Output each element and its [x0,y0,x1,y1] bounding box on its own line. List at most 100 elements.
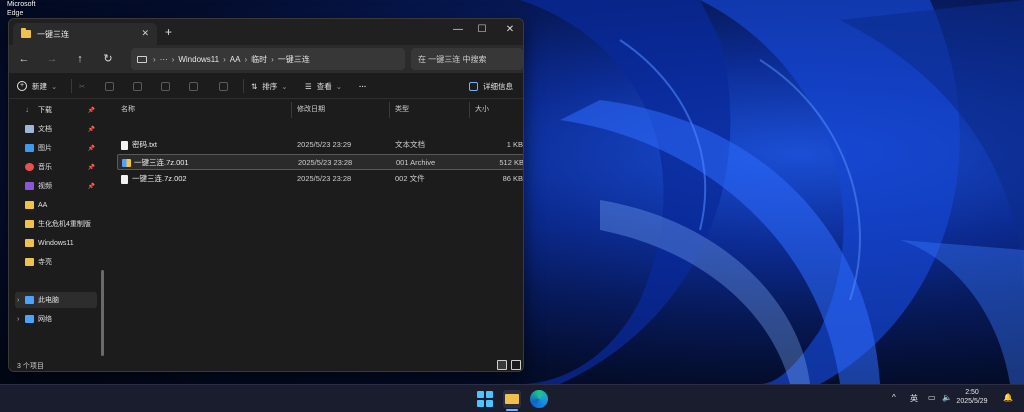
breadcrumb-item[interactable]: 一键三连 [278,54,310,65]
picture-icon [25,144,34,152]
pin-icon: 📌 [87,145,95,152]
edge-taskbar-icon[interactable] [530,390,548,408]
date: 2025/5/29 [956,398,988,405]
taskbar: ^ 英 ▭ 🔈 2:50 2025/5/29 🔔 [0,384,1024,412]
sort-button[interactable]: ⇅ 排序 ⌄ [251,79,288,93]
clock[interactable]: 2:50 2025/5/29 [950,388,994,406]
file-name-cell: 一键三连.7z.001 [122,155,189,171]
tab-current-folder[interactable]: 一键三连 ✕ [13,23,157,45]
file-type: 002 文件 [395,174,425,183]
document-icon [25,125,34,133]
notification-bell-icon[interactable]: 🔔 [1003,393,1013,402]
column-header-name[interactable]: 名称 [121,102,135,118]
divider [71,79,72,93]
close-button[interactable]: ✕ [495,21,523,39]
command-bar: + 新建 ⌄ ✂ ⇅ 排序 ⌄ ☰ 查看 ⌄ ··· 详细信息 [9,73,523,99]
text-file-icon [121,140,128,150]
details-pane-button[interactable]: 详细信息 [469,79,513,93]
sort-label: 排序 [262,81,278,91]
file-name: 一键三连.7z.002 [132,174,187,183]
search-input[interactable]: 在 一键三连 中搜索 [411,48,523,70]
sidebar-scrollbar[interactable] [101,270,104,356]
copy-button[interactable] [105,79,114,93]
file-name: 密码.txt [132,140,158,149]
computer-icon [25,296,34,304]
sidebar-item-documents[interactable]: 文档 📌 [25,121,97,137]
edge-desktop-label[interactable]: Microsoft Edge [7,0,51,18]
paste-button[interactable] [133,79,142,93]
more-options-button[interactable]: ··· [359,79,367,93]
monitor-icon [137,55,147,63]
plus-icon: + [17,81,27,91]
file-row[interactable]: 一键三连.7z.002 2025/5/23 23:28 002 文件 86 KB [117,171,523,187]
download-icon: ↓ [25,105,29,114]
file-row[interactable]: 密码.txt 2025/5/23 23:29 文本文档 1 KB [117,137,523,153]
new-tab-button[interactable]: + [165,25,172,39]
sidebar-item-videos[interactable]: 视频 📌 [25,178,97,194]
breadcrumb-item[interactable]: 临时 [251,54,267,65]
sort-icon: ⇅ [251,81,258,91]
input-language[interactable]: 英 [910,393,918,404]
sidebar-item-folder[interactable]: 寺亮 [25,254,97,270]
sidebar-item-network[interactable]: › 网络 [15,311,97,327]
breadcrumb-more[interactable]: ··· [160,55,168,64]
file-row-selected[interactable]: 一键三连.7z.001 2025/5/23 23:28 001 Archive … [117,154,523,171]
chevron-right-icon[interactable]: › [17,316,19,323]
folder-icon [21,28,31,38]
file-explorer-taskbar-icon[interactable] [503,390,521,411]
sidebar-item-downloads[interactable]: ↓ 下载 📌 [25,102,97,118]
column-header-type[interactable]: 类型 [395,102,409,118]
tab-close-icon[interactable]: ✕ [141,28,149,39]
sidebar-item-pictures[interactable]: 图片 📌 [25,140,97,156]
chevron-right-icon[interactable]: › [17,297,19,304]
start-tile [486,400,493,407]
view-button[interactable]: ☰ 查看 ⌄ [305,79,342,93]
windows-start-icon[interactable] [476,390,494,408]
share-button[interactable] [189,79,198,93]
new-label: 新建 [32,81,47,91]
trash-icon [219,81,228,91]
sidebar-item-windows11[interactable]: Windows11 [25,235,97,251]
file-icon [121,174,128,184]
file-size: 86 KB [502,174,523,183]
address-bar[interactable]: › ··· › Windows11 › AA › 临时 › 一键三连 [131,48,405,70]
up-button[interactable]: ↑ [71,51,89,67]
breadcrumb-item[interactable]: AA [230,55,241,64]
maximize-button[interactable]: ☐ [467,21,497,39]
chevron-right-icon: › [271,54,274,64]
chevron-down-icon: ⌄ [281,81,288,91]
file-name-cell: 密码.txt [121,137,157,153]
forward-button[interactable]: → [43,51,61,67]
chevron-right-icon: › [244,54,248,64]
sidebar-item-music[interactable]: 音乐 📌 [25,159,97,175]
display-icon[interactable]: ▭ [928,393,936,402]
new-button[interactable]: + 新建 ⌄ [17,79,57,93]
chevron-right-icon: › [153,54,156,64]
breadcrumb-item[interactable]: Windows11 [178,55,219,64]
sidebar-item-re4[interactable]: 生化危机4重制版 [25,216,97,232]
back-button[interactable]: ← [15,51,33,67]
chevron-up-icon[interactable]: ^ [892,393,896,402]
refresh-button[interactable]: ↻ [99,51,117,67]
tiles-view-icon[interactable] [511,360,521,370]
sidebar-item-this-pc[interactable]: › 此电脑 [15,292,97,308]
folder-icon [25,239,34,247]
delete-button[interactable] [219,79,228,93]
column-header-date[interactable]: 修改日期 [297,102,325,118]
video-icon [25,182,34,190]
column-header-size[interactable]: 大小 [475,102,489,118]
start-tile [477,391,484,398]
cut-button[interactable]: ✂ [79,79,85,93]
rename-button[interactable] [161,79,170,93]
divider [469,102,470,118]
rename-icon [161,81,170,91]
details-view-icon[interactable] [497,360,507,370]
item-count: 3 个项目 [17,363,44,370]
file-size: 1 KB [506,140,523,149]
file-name: 一键三连.7z.001 [134,158,189,167]
sidebar-item-aa[interactable]: AA [25,197,97,213]
details-label: 详细信息 [483,81,513,91]
sidebar-item-label: 文档 [38,126,52,133]
file-date: 2025/5/23 23:28 [297,174,352,183]
sidebar-item-label: AA [38,201,48,209]
